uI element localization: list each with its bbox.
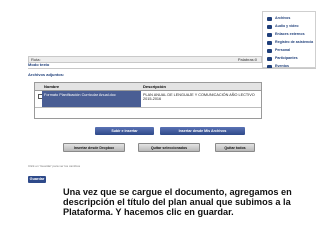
table-empty-space [35,108,261,118]
sidebar-item-label: Audio y video [275,23,299,28]
insert-from-dropbox-button[interactable]: Insertar desde Dropbox [63,143,125,152]
insert-from-my-files-button[interactable]: Insertar desde Mis Archivos [160,127,245,135]
column-header-description: Descripción [143,84,166,89]
column-header-name: Nombre [44,84,60,89]
word-count: Palabras:0 [237,57,257,62]
description-field[interactable]: PLAN ANUAL DE LENGUAJE Y COMUNICACIÓN AÑ… [141,91,259,107]
header-checkbox-cell [35,83,42,90]
editor-status-bar: Ruta: Palabras:0 [28,56,262,63]
sidebar-item-archivos[interactable]: Archivos [267,15,313,23]
sidebar-item-participantes[interactable]: Participantes [267,55,313,63]
sidebar-item-eventos[interactable]: Eventos [267,63,313,71]
media-icon [267,24,272,29]
remove-selected-button[interactable]: Quitar seleccionados [138,143,200,152]
divider [28,68,316,69]
sidebar-item-enlaces[interactable]: Enlaces externos [267,31,313,39]
sidebar-item-label: Participantes [275,55,298,60]
folder-icon [267,16,272,21]
file-name-cell[interactable]: Formato Planificación Curricular Anual.d… [42,91,141,107]
sidebar-item-label: Archivos [275,15,291,20]
remove-all-button[interactable]: Quitar todos [215,143,255,152]
hint-text: Click en 'Guardar' para ver los cambios [28,164,81,168]
sidebar-menu: Archivos Audio y video Enlaces externos … [262,11,316,71]
screenshot-area: Archivos Audio y video Enlaces externos … [26,0,316,188]
sidebar-item-label: Enlaces externos [275,31,305,36]
attachments-table: Nombre Descripción Formato Planificación… [34,82,262,119]
sidebar-item-label: Registro de asistencia [275,39,314,44]
table-row: Formato Planificación Curricular Anual.d… [35,91,261,108]
upload-insert-button[interactable]: Subir e insertar [95,127,154,135]
attachments-label: Archivos adjuntos: [28,72,65,77]
attendance-icon [267,40,272,45]
row-checkbox-cell [35,91,43,107]
instruction-caption: Una vez que se cargue el documento, agre… [63,187,292,218]
sidebar-item-asistencia[interactable]: Registro de asistencia [267,39,313,47]
save-button[interactable]: Guardar [28,176,46,183]
person-icon [267,48,272,53]
text-mode-link[interactable]: Modo texto [28,63,49,67]
sidebar-item-personal[interactable]: Personal [267,47,313,55]
link-icon [267,32,272,37]
sidebar-item-audio-video[interactable]: Audio y video [267,23,313,31]
table-header: Nombre Descripción [35,83,261,91]
sidebar-item-label: Personal [275,47,291,52]
participants-icon [267,56,272,61]
